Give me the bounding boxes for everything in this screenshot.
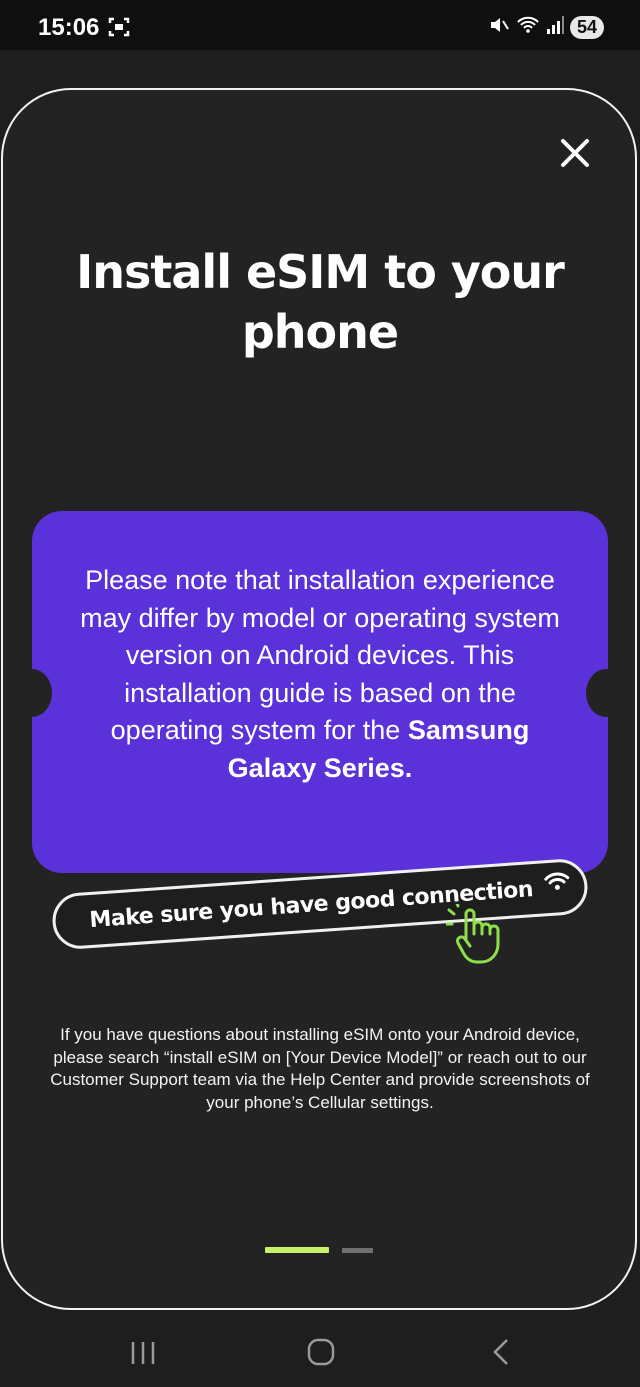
note-text: Please note that installation experience… <box>70 562 570 787</box>
back-icon <box>493 1339 508 1365</box>
status-bar: 15:06 54 <box>0 0 640 50</box>
screenshot-icon <box>108 16 130 43</box>
home-button[interactable] <box>307 1338 335 1371</box>
card-notch-right <box>586 669 626 717</box>
back-button[interactable] <box>490 1337 512 1372</box>
recent-apps-button[interactable] <box>128 1340 158 1371</box>
battery-indicator: 54 <box>569 16 604 39</box>
recent-apps-icon <box>131 1342 155 1364</box>
home-icon <box>307 1338 335 1366</box>
close-button[interactable] <box>558 136 592 170</box>
wifi-icon <box>544 869 572 898</box>
pager-dot-active[interactable] <box>265 1247 329 1253</box>
page-title: Install eSIM to your phone <box>76 245 565 359</box>
close-icon <box>561 139 589 167</box>
card-notch-left <box>12 669 52 717</box>
help-text: If you have questions about installing e… <box>50 1025 590 1112</box>
wifi-icon <box>516 14 540 41</box>
pointing-hand-icon <box>444 899 516 973</box>
status-icons: 54 <box>488 14 604 41</box>
pager-dot-inactive[interactable] <box>342 1248 373 1253</box>
signal-icon <box>546 15 564 40</box>
status-time: 15:06 <box>38 14 100 41</box>
mute-icon <box>488 14 510 41</box>
